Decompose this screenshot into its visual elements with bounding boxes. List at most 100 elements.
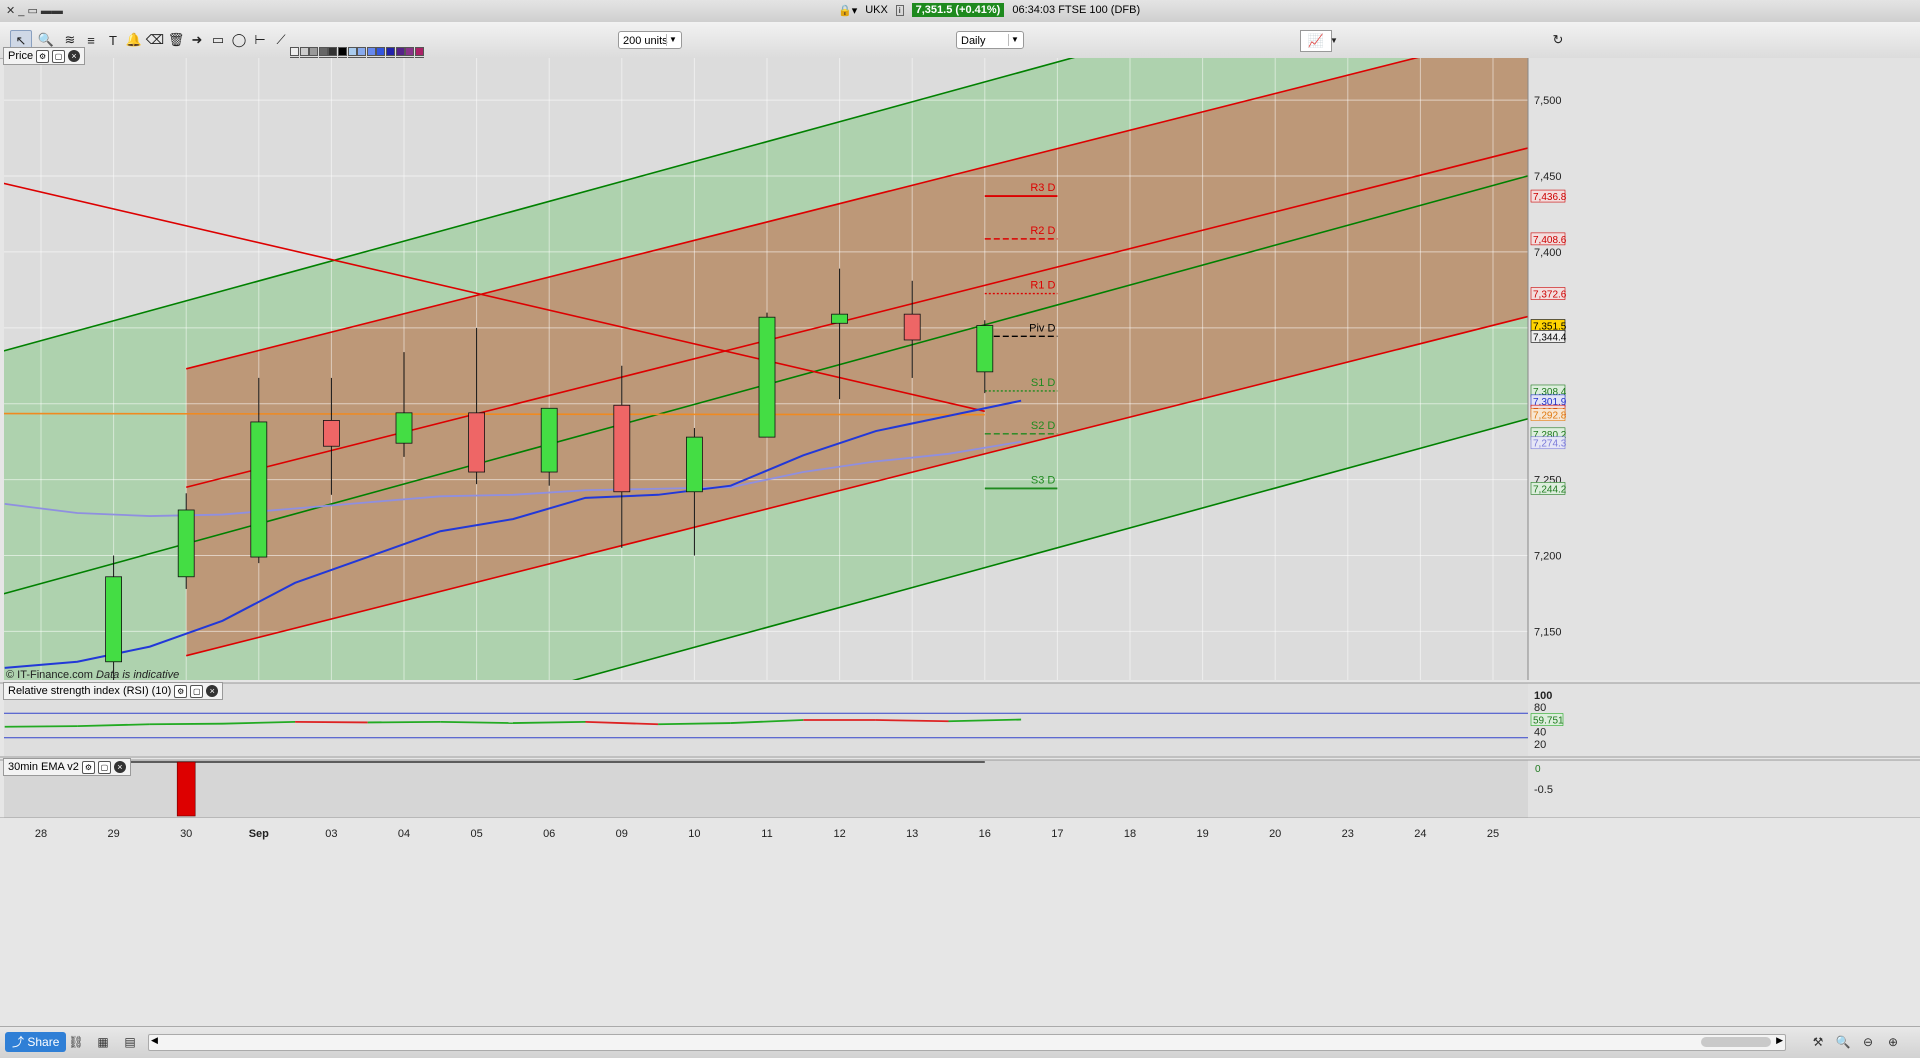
ema-bar (176, 761, 196, 817)
pivot-label: S3 D (1031, 474, 1056, 486)
color-swatch[interactable] (328, 47, 338, 56)
trendline-icon[interactable]: ⟋ (271, 30, 291, 50)
candle-down[interactable] (903, 313, 921, 341)
color-swatch[interactable] (357, 47, 367, 56)
color-swatch[interactable] (366, 47, 376, 56)
color-swatch[interactable] (395, 47, 405, 56)
color-swatch[interactable] (290, 47, 299, 56)
color-swatch[interactable] (318, 47, 328, 56)
info-icon[interactable]: i (895, 4, 904, 16)
scroll-left-icon[interactable]: ◀ (151, 1035, 158, 1046)
color-swatch[interactable] (414, 47, 424, 56)
rsi-segment (295, 720, 368, 724)
ema-axis-background (1528, 760, 1920, 818)
refresh-icon[interactable]: ↻ (1548, 30, 1568, 50)
candle-up[interactable] (540, 407, 558, 473)
close-icon[interactable]: × (68, 50, 81, 62)
candle-down[interactable] (613, 404, 631, 493)
wrench-icon[interactable]: ⚙ (36, 49, 50, 63)
price-tick-label: 7,450 (1534, 171, 1562, 183)
rsi-segment (149, 722, 223, 726)
credit-line: © IT-Finance.com Data is indicative (6, 669, 179, 681)
pivot-label: S1 D (1031, 377, 1056, 389)
zoom-in-icon[interactable]: ⊕ (1885, 1034, 1901, 1050)
x-tick-label: 24 (1414, 828, 1426, 840)
x-tick-label: 23 (1342, 828, 1354, 840)
chart-area[interactable]: R3 D R2 D R1 D Piv D S1 D S2 D S3 D 7,150 7,200 7… (0, 58, 1920, 1026)
chart-tools-icon[interactable]: ⚒ (1810, 1034, 1826, 1050)
candle-up[interactable] (686, 436, 703, 493)
zoom-out-icon[interactable]: ⊖ (1860, 1034, 1876, 1050)
wrench-icon[interactable]: ⚙ (81, 760, 95, 774)
trash-icon[interactable]: 🗑 (166, 30, 186, 50)
window-titlebar: ✕ _ ▭ ▬▬ 🔒▾ UKX i 7,351.5 (+0.41%) 06:34… (0, 0, 1920, 23)
link-icon[interactable]: ⛓ (68, 1034, 84, 1050)
maximize-icon[interactable]: ▢ (97, 760, 111, 774)
color-swatch[interactable] (405, 47, 415, 56)
horizontal-line-icon[interactable]: ⊢ (250, 30, 270, 50)
calculator-icon[interactable]: ▦ (95, 1034, 111, 1050)
price-tick-label: 7,200 (1534, 551, 1562, 563)
x-tick-label: 19 (1196, 828, 1208, 840)
text-icon[interactable]: T (103, 30, 123, 50)
bottom-bar: ⤴ Share ⛓ ▦ ▤ ◀ ▶ ⚒ 🔍 ⊖ ⊕ (0, 1026, 1920, 1058)
share-label: Share (27, 1035, 60, 1049)
candle-up[interactable] (976, 325, 994, 373)
candle-down[interactable] (468, 412, 486, 473)
maximize-icon[interactable]: ▢ (52, 49, 66, 63)
candle-up[interactable] (758, 316, 776, 438)
price-tick-label: 7,500 (1534, 95, 1562, 107)
price-badge-label: 7,436.8 (1533, 192, 1567, 203)
ema-panel-background (4, 760, 1528, 818)
candle-up[interactable] (250, 421, 268, 558)
scroll-thumb[interactable] (1701, 1037, 1771, 1047)
rsi-tick-label: 20 (1534, 739, 1546, 751)
x-tick-label: 16 (979, 828, 991, 840)
candle-up[interactable] (177, 509, 195, 578)
arrow-icon[interactable]: ➜ (187, 30, 207, 50)
color-swatch[interactable] (299, 47, 309, 56)
time-scrollbar[interactable]: ◀ ▶ (148, 1034, 1786, 1051)
color-swatch[interactable] (309, 47, 319, 56)
eraser-icon[interactable]: ⌫ (145, 30, 165, 50)
title-center: 🔒▾ UKX i 7,351.5 (+0.41%) 06:34:03 FTSE … (838, 3, 1140, 17)
close-icon[interactable]: × (206, 685, 219, 697)
share-button[interactable]: ⤴ Share (5, 1032, 67, 1052)
rectangle-icon[interactable]: ▭ (208, 30, 228, 50)
period-select[interactable]: Daily ▼ (956, 31, 1024, 49)
scroll-right-icon[interactable]: ▶ (1776, 1035, 1783, 1046)
status-text: 06:34:03 FTSE 100 (DFB) (1012, 4, 1141, 16)
chart-style-icon[interactable]: 📈 (1300, 30, 1332, 52)
color-swatch[interactable] (376, 47, 386, 56)
color-swatch[interactable] (386, 47, 395, 56)
table-icon[interactable]: ▤ (122, 1034, 138, 1050)
color-swatch[interactable] (338, 47, 347, 56)
x-tick-label: 10 (688, 828, 700, 840)
candle-up[interactable] (105, 576, 122, 663)
window-controls[interactable]: ✕ _ ▭ ▬▬ (6, 4, 63, 17)
x-tick-label: 04 (398, 828, 410, 840)
units-select[interactable]: 200 units ▼ (618, 31, 682, 49)
x-tick-label: 12 (833, 828, 845, 840)
candle-up[interactable] (395, 412, 413, 444)
candle-up[interactable] (831, 313, 848, 324)
rsi-segment (658, 722, 731, 726)
maximize-icon[interactable]: ▢ (190, 684, 204, 698)
close-icon[interactable]: × (113, 761, 126, 773)
zoom-reset-icon[interactable]: 🔍 (1835, 1034, 1851, 1050)
ellipse-icon[interactable]: ◯ (229, 30, 249, 50)
toolbar: ↖ 🔍 ≋ ≡ T 🔔 ⌫ 🗑 ➜ ▭ ◯ ⊢ ⟋ 200 units ▼ Dai… (0, 22, 1920, 66)
color-swatch[interactable] (347, 47, 357, 56)
wrench-icon[interactable]: ⚙ (174, 684, 188, 698)
chevron-down-icon[interactable]: ▼ (1329, 30, 1339, 50)
candle-down[interactable] (322, 420, 340, 447)
alert-bell-icon[interactable]: 🔔 (124, 30, 144, 50)
x-tick-label: 25 (1487, 828, 1499, 840)
x-tick-label: 11 (761, 828, 772, 840)
rsi-last-label: 59.751 (1533, 716, 1564, 727)
price-badge-label: 7,244.2 (1533, 484, 1567, 495)
x-tick-label: 30 (180, 828, 192, 840)
x-axis-background (0, 818, 1920, 1026)
rsi-tick-label: 80 (1534, 702, 1546, 714)
x-tick-label: Sep (249, 828, 269, 840)
